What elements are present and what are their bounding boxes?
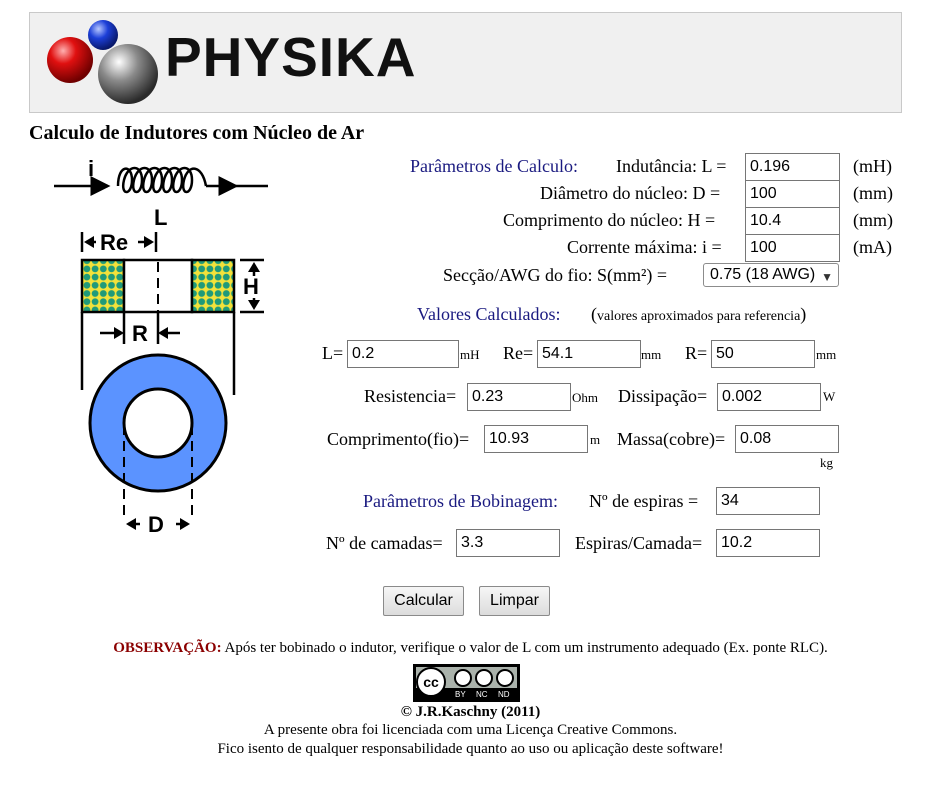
calculated-note: (valores aproximados para referencia) — [591, 303, 806, 328]
disclaimer-text: Fico isento de qualquer responsabilidade… — [217, 741, 724, 757]
calculate-button[interactable]: Calcular — [383, 586, 464, 616]
current-label: Corrente máxima: i = — [567, 237, 722, 257]
turns-per-layer-output[interactable] — [716, 529, 820, 557]
observation-label: OBSERVAÇÃO: — [113, 640, 222, 656]
calc-l-unit: mH — [460, 347, 480, 362]
clear-button[interactable]: Limpar — [479, 586, 550, 616]
calc-re-output[interactable] — [537, 340, 641, 368]
calc-r-output[interactable] — [711, 340, 815, 368]
dimension-h-label: H — [243, 274, 259, 299]
wire-length-output[interactable] — [484, 425, 588, 453]
inductor-diagram: i L Re H R D — [54, 156, 268, 535]
resistance-output[interactable] — [467, 383, 571, 411]
page-title: Calculo de Indutores com Núcleo de Ar — [29, 122, 365, 144]
dimension-re-label: Re — [100, 230, 128, 255]
cc-nd-text: ND — [498, 690, 510, 699]
turns-per-layer-label: Espiras/Camada= — [575, 533, 703, 553]
license-text: A presente obra foi licenciada com uma L… — [263, 722, 678, 738]
noderivatives-icon — [496, 669, 514, 687]
dissipation-label: Dissipação= — [618, 386, 708, 406]
coil-current-label: i — [88, 156, 94, 181]
observation-note: OBSERVAÇÃO: Após ter bobinado o indutor,… — [0, 640, 941, 657]
layers-output[interactable] — [456, 529, 560, 557]
dissipation-output[interactable] — [717, 383, 821, 411]
calculated-section-label: Valores Calculados: — [417, 304, 561, 324]
winding-section-label: Parâmetros de Bobinagem: — [363, 491, 558, 511]
chevron-down-icon: ▼ — [821, 270, 833, 284]
mass-label: Massa(cobre)= — [617, 429, 726, 449]
resistance-label: Resistencia= — [364, 386, 457, 406]
diameter-label: Diâmetro do núcleo: D = — [540, 183, 721, 203]
length-input[interactable] — [745, 207, 840, 235]
coil-inductance-label: L — [154, 205, 167, 230]
inductance-unit: (mH) — [853, 156, 892, 176]
wire-gauge-selected: 0.75 (18 AWG) — [710, 266, 816, 283]
turns-label: Nº de espiras = — [589, 491, 699, 511]
params-section-label: Parâmetros de Calculo: — [410, 156, 578, 176]
diameter-unit: (mm) — [853, 183, 893, 203]
length-unit: (mm) — [853, 210, 893, 230]
mass-unit: kg — [820, 455, 833, 470]
wire-length-label: Comprimento(fio)= — [327, 429, 470, 449]
physika-logo-icon — [47, 20, 158, 104]
dimension-d-label: D — [148, 512, 164, 535]
wire-length-unit: m — [590, 432, 601, 447]
turns-output[interactable] — [716, 487, 820, 515]
calc-r-label: R= — [685, 343, 708, 363]
noncommercial-icon — [475, 669, 493, 687]
calc-re-unit: mm — [641, 347, 662, 362]
dimension-r-label: R — [132, 321, 148, 346]
wire-label: Secção/AWG do fio: S(mm²) = — [443, 265, 668, 285]
cc-nc-text: NC — [476, 690, 488, 699]
calc-re-label: Re= — [503, 343, 534, 363]
wire-gauge-select[interactable]: 0.75 (18 AWG) ▼ — [703, 263, 839, 287]
diameter-input[interactable] — [745, 180, 840, 208]
observation-text: Após ter bobinado o indutor, verifique o… — [224, 640, 828, 656]
calc-r-unit: mm — [816, 347, 837, 362]
inductance-input[interactable] — [745, 153, 840, 181]
resistance-unit: Ohm — [572, 390, 598, 405]
dissipation-unit: W — [823, 389, 836, 404]
current-unit: (mA) — [853, 237, 892, 257]
calculated-note-text: valores aproximados para referencia — [597, 309, 801, 324]
cc-icon: cc — [416, 667, 446, 697]
inductance-label: Indutância: L = — [616, 156, 727, 176]
current-input[interactable] — [745, 234, 840, 262]
mass-output[interactable] — [735, 425, 839, 453]
copyright: © J.R.Kaschny (2011) — [400, 704, 541, 720]
calc-l-label: L= — [322, 343, 344, 363]
length-label: Comprimento do núcleo: H = — [503, 210, 716, 230]
calc-l-output[interactable] — [347, 340, 459, 368]
layers-label: Nº de camadas= — [326, 533, 443, 553]
attribution-icon — [454, 669, 472, 687]
cc-license-badge[interactable]: cc BY NC ND — [413, 664, 520, 702]
logo-text: PHYSIKA — [165, 26, 417, 88]
cc-by-text: BY — [455, 690, 466, 699]
calculated-note-close: ) — [800, 304, 807, 324]
